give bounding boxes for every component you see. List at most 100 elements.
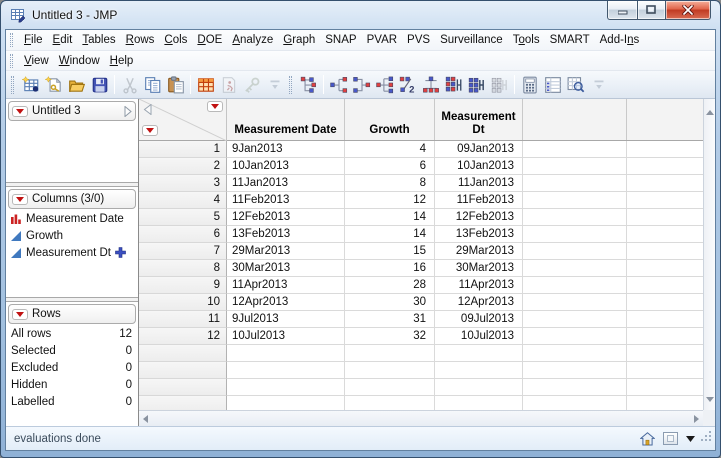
row-number[interactable]: 1 xyxy=(139,141,227,158)
cell[interactable]: 29Mar2013 xyxy=(435,243,523,260)
grid-corner-cell[interactable] xyxy=(139,99,227,141)
cell[interactable] xyxy=(627,175,703,192)
cell[interactable] xyxy=(523,311,627,328)
column-info-icon[interactable] xyxy=(541,73,564,96)
table-panel-header[interactable]: Untitled 3 xyxy=(8,101,136,121)
column-item-measurement-date[interactable]: Measurement Date xyxy=(6,210,138,227)
cell[interactable]: 11Apr2013 xyxy=(435,277,523,294)
cell[interactable] xyxy=(627,311,703,328)
minimize-button[interactable] xyxy=(607,1,637,20)
columns-red-triangle-icon[interactable] xyxy=(12,193,28,205)
open-icon[interactable] xyxy=(65,73,88,96)
row-number[interactable]: 6 xyxy=(139,226,227,243)
row-number[interactable]: 7 xyxy=(139,243,227,260)
distribution-icon[interactable] xyxy=(297,73,320,96)
cell[interactable]: 09Jan2013 xyxy=(435,141,523,158)
row-number[interactable]: 12 xyxy=(139,328,227,345)
column-item-measurement-dt[interactable]: Measurement Dt xyxy=(6,244,138,261)
resize-grip[interactable] xyxy=(700,430,713,448)
cell[interactable]: 11Jan2013 xyxy=(227,175,345,192)
multivariate-icon[interactable] xyxy=(442,73,465,96)
fit-model-icon[interactable] xyxy=(373,73,396,96)
fit-y-by-x-icon[interactable] xyxy=(327,73,350,96)
horizontal-scrollbar[interactable] xyxy=(139,410,703,426)
modeling-icon[interactable]: 2 xyxy=(396,73,419,96)
search-table-icon[interactable] xyxy=(564,73,587,96)
cell[interactable] xyxy=(523,260,627,277)
menu-pvs[interactable]: PVS xyxy=(402,32,435,48)
columns-red-triangle-icon[interactable] xyxy=(142,125,158,136)
cell[interactable] xyxy=(627,141,703,158)
vertical-scrollbar[interactable] xyxy=(703,99,715,410)
cell[interactable]: 32 xyxy=(345,328,435,345)
home-window-icon[interactable] xyxy=(640,431,655,446)
screening-icon[interactable] xyxy=(419,73,442,96)
row-number[interactable]: 10 xyxy=(139,294,227,311)
menu-smart[interactable]: SMART xyxy=(545,32,595,48)
row-number[interactable]: 5 xyxy=(139,209,227,226)
new-data-table-icon[interactable] xyxy=(19,73,42,96)
close-button[interactable] xyxy=(666,1,711,20)
menu-snap[interactable]: SNAP xyxy=(320,32,361,48)
menu-tools[interactable]: Tools xyxy=(508,32,545,48)
column-header-growth[interactable]: Growth xyxy=(345,99,435,140)
cell[interactable]: 30Mar2013 xyxy=(435,260,523,277)
cell[interactable]: 13Feb2013 xyxy=(227,226,345,243)
row-number[interactable]: 9 xyxy=(139,277,227,294)
table-red-triangle-icon[interactable] xyxy=(12,105,28,117)
cell[interactable] xyxy=(627,243,703,260)
menu-graph[interactable]: Graph xyxy=(278,32,320,48)
cell[interactable]: 12 xyxy=(345,192,435,209)
window-list-button[interactable] xyxy=(663,432,678,445)
table-red-triangle-icon[interactable] xyxy=(207,101,223,112)
row-number[interactable]: 3 xyxy=(139,175,227,192)
menu-add-ins[interactable]: Add-Ins xyxy=(595,32,645,48)
cell[interactable] xyxy=(627,158,703,175)
cell[interactable]: 11Feb2013 xyxy=(435,192,523,209)
scroll-up-icon[interactable] xyxy=(705,102,714,120)
cell[interactable]: 30 xyxy=(345,294,435,311)
cell[interactable] xyxy=(523,141,627,158)
cell[interactable]: 11Jan2013 xyxy=(435,175,523,192)
menu-file[interactable]: File xyxy=(19,32,48,48)
cell[interactable]: 12Feb2013 xyxy=(435,209,523,226)
cell[interactable] xyxy=(523,209,627,226)
cell[interactable] xyxy=(627,260,703,277)
new-script-icon[interactable] xyxy=(42,73,65,96)
menu-edit[interactable]: Edit xyxy=(48,32,78,48)
cell[interactable]: 12Apr2013 xyxy=(227,294,345,311)
cell[interactable]: 10Jan2013 xyxy=(227,158,345,175)
data-table-icon[interactable] xyxy=(194,73,217,96)
columns-panel-header[interactable]: Columns (3/0) xyxy=(8,189,136,209)
cell[interactable]: 31 xyxy=(345,311,435,328)
formula-calculator-icon[interactable] xyxy=(518,73,541,96)
cell[interactable]: 30Mar2013 xyxy=(227,260,345,277)
collapse-panels-icon[interactable] xyxy=(143,102,152,120)
cell[interactable]: 10Jul2013 xyxy=(435,328,523,345)
cell[interactable]: 13Feb2013 xyxy=(435,226,523,243)
menu-cols[interactable]: Cols xyxy=(159,32,192,48)
menu-window[interactable]: Window xyxy=(54,53,105,69)
cell[interactable]: 9Jul2013 xyxy=(227,311,345,328)
cell[interactable] xyxy=(627,192,703,209)
column-header-empty[interactable] xyxy=(523,99,627,140)
save-icon[interactable] xyxy=(88,73,111,96)
cell[interactable]: 28 xyxy=(345,277,435,294)
cell[interactable] xyxy=(627,294,703,311)
panel-expand-icon[interactable] xyxy=(124,105,132,117)
column-header-empty[interactable] xyxy=(627,99,703,140)
column-item-growth[interactable]: Growth xyxy=(6,227,138,244)
column-header-measurement-date[interactable]: Measurement Date xyxy=(227,99,345,140)
matched-pairs-icon[interactable] xyxy=(350,73,373,96)
cell[interactable] xyxy=(627,226,703,243)
maximize-button[interactable] xyxy=(637,1,666,20)
cell[interactable]: 16 xyxy=(345,260,435,277)
status-dropdown-icon[interactable] xyxy=(686,435,695,442)
scroll-down-icon[interactable] xyxy=(705,389,714,407)
row-number[interactable]: 11 xyxy=(139,311,227,328)
cell[interactable]: 8 xyxy=(345,175,435,192)
cell[interactable] xyxy=(523,175,627,192)
paste-icon[interactable] xyxy=(164,73,187,96)
copy-icon[interactable] xyxy=(141,73,164,96)
cell[interactable]: 10Jan2013 xyxy=(435,158,523,175)
